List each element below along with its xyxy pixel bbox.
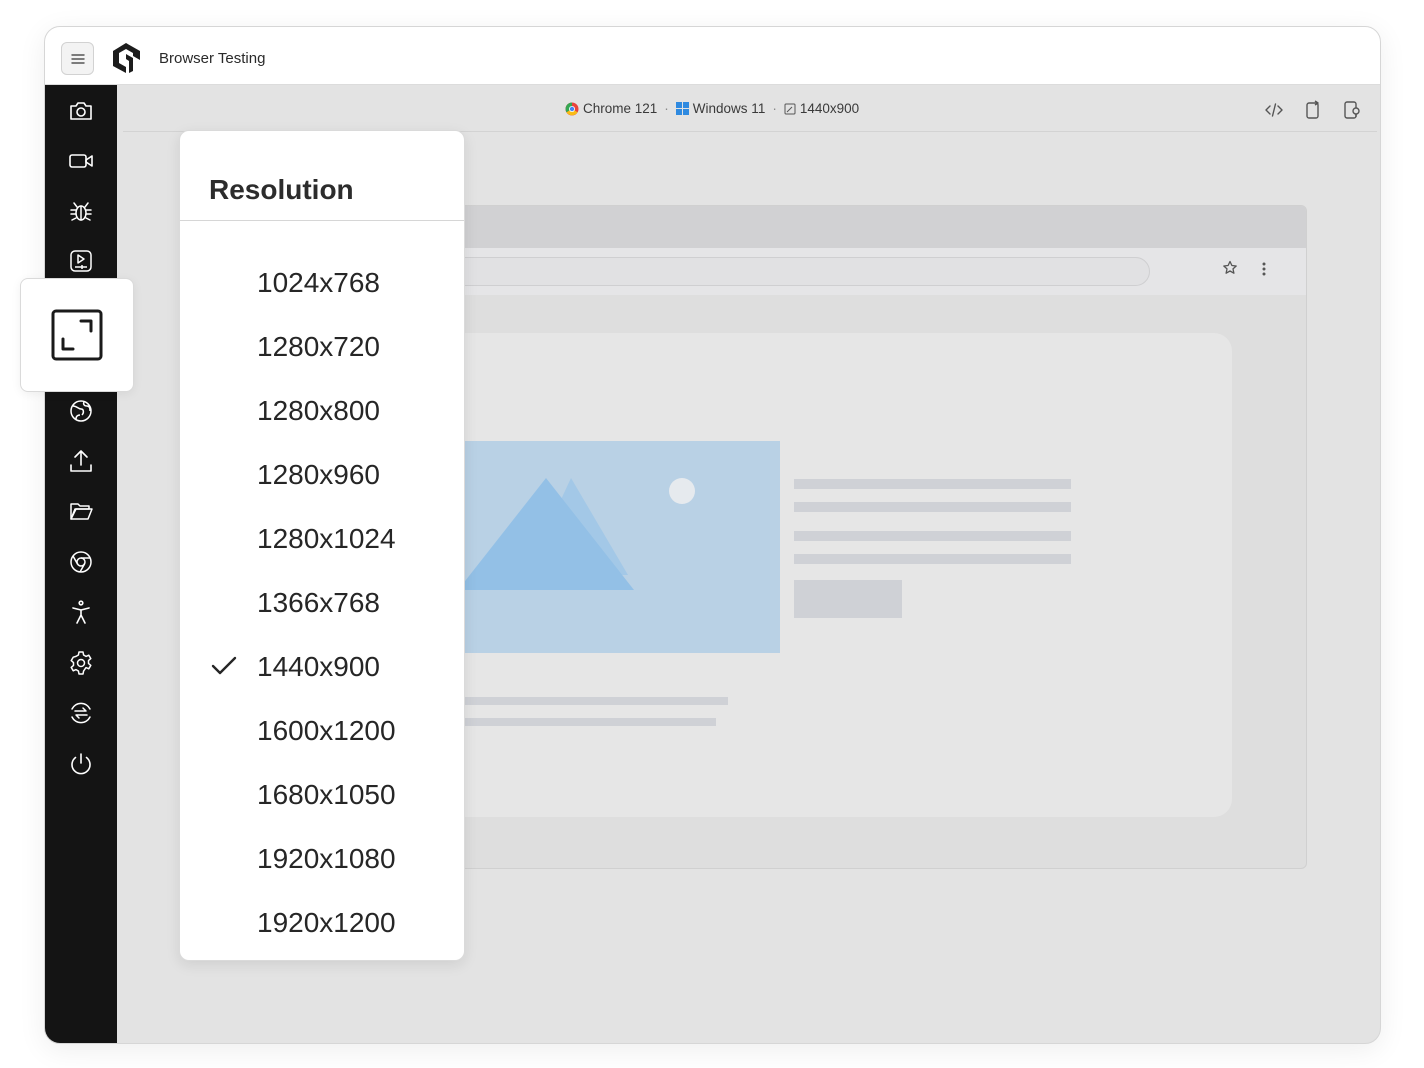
resolution-option-label: 1366x768 bbox=[257, 587, 381, 618]
resize-button[interactable] bbox=[20, 278, 134, 392]
address-bar[interactable] bbox=[358, 257, 1150, 286]
page-content-card bbox=[386, 333, 1232, 817]
resolution-option-label: 1280x1024 bbox=[257, 523, 396, 554]
bookmark-star-icon[interactable] bbox=[1222, 260, 1238, 276]
mountain-illustration bbox=[458, 478, 695, 590]
environment-info: Chrome 121 · Windows 11 · 1440x900 bbox=[565, 101, 859, 116]
windows-logo-icon bbox=[675, 102, 689, 115]
chrome-logo-icon bbox=[565, 102, 579, 115]
switch-icon[interactable] bbox=[67, 699, 95, 727]
sidebar bbox=[45, 85, 117, 1043]
bug-icon[interactable] bbox=[67, 197, 95, 225]
resolution-option[interactable]: 1280x960 bbox=[180, 446, 464, 506]
text-line bbox=[794, 479, 1071, 489]
device-settings-icon[interactable] bbox=[1342, 100, 1362, 120]
resolution-option-label: 1280x960 bbox=[257, 459, 381, 490]
placeholder-button bbox=[794, 580, 902, 618]
resolution-option[interactable]: 1280x800 bbox=[180, 382, 464, 442]
logo-icon bbox=[113, 43, 140, 73]
browser-menu-icon[interactable] bbox=[1262, 262, 1266, 276]
resolution-option[interactable]: 1600x1200 bbox=[180, 702, 464, 762]
settings-icon[interactable] bbox=[67, 649, 95, 677]
text-line bbox=[446, 697, 728, 705]
resolution-option-label: 1920x1080 bbox=[257, 843, 396, 874]
upload-icon[interactable] bbox=[67, 447, 95, 475]
chrome-icon[interactable] bbox=[67, 548, 95, 576]
resolution-option[interactable]: 1440x900 bbox=[180, 638, 464, 698]
power-icon[interactable] bbox=[67, 750, 95, 778]
resolution-option[interactable]: 1280x1024 bbox=[180, 510, 464, 570]
browser-preview bbox=[345, 205, 1307, 869]
app-title: Browser Testing bbox=[159, 50, 266, 67]
top-bar: Browser Testing bbox=[45, 27, 1380, 85]
device-rotate-icon[interactable] bbox=[1303, 100, 1323, 120]
text-line bbox=[446, 718, 716, 726]
resolution-option[interactable]: 1280x720 bbox=[180, 318, 464, 378]
browser-address-row bbox=[346, 248, 1306, 295]
folder-icon[interactable] bbox=[67, 497, 95, 525]
text-line bbox=[794, 531, 1071, 541]
divider bbox=[180, 220, 464, 221]
resolution-option[interactable]: 1366x768 bbox=[180, 574, 464, 634]
resolution-option-label: 1440x900 bbox=[257, 651, 381, 682]
screenshot-icon[interactable] bbox=[67, 97, 95, 125]
play-recording-icon[interactable] bbox=[67, 247, 95, 275]
resolution-option[interactable]: 1024x768 bbox=[180, 254, 464, 314]
current-resolution: 1440x900 bbox=[799, 101, 860, 116]
resolution-option-label: 1920x1200 bbox=[257, 907, 396, 938]
hamburger-icon bbox=[70, 53, 85, 64]
resolution-option-label: 1600x1200 bbox=[257, 715, 396, 746]
code-icon[interactable] bbox=[1264, 100, 1284, 120]
resolution-option[interactable]: 1680x1050 bbox=[180, 766, 464, 826]
resolution-menu-title: Resolution bbox=[209, 174, 354, 205]
checkmark-icon bbox=[211, 656, 237, 675]
resolution-option[interactable]: 1920x1200 bbox=[180, 894, 464, 954]
resolution-option-label: 1024x768 bbox=[257, 267, 381, 298]
text-line bbox=[794, 554, 1071, 564]
resolution-option-label: 1680x1050 bbox=[257, 779, 396, 810]
resolution-option[interactable]: 1920x1080 bbox=[180, 830, 464, 890]
video-icon[interactable] bbox=[67, 147, 95, 175]
placeholder-image bbox=[446, 441, 780, 653]
resize-icon bbox=[51, 309, 103, 361]
resolution-icon bbox=[784, 103, 796, 114]
browser-version: Chrome 121 bbox=[583, 101, 658, 116]
globe-icon[interactable] bbox=[67, 397, 95, 425]
hamburger-menu-button[interactable] bbox=[61, 42, 94, 75]
resolution-option-label: 1280x800 bbox=[257, 395, 381, 426]
resolution-menu: Resolution 1024x768 1280x720 1280x800 1280x… bbox=[179, 130, 465, 961]
os-version: Windows 11 bbox=[692, 101, 766, 116]
text-line bbox=[794, 502, 1071, 512]
accessibility-icon[interactable] bbox=[67, 598, 95, 626]
session-toolbar: Chrome 121 · Windows 11 · 1440x900 bbox=[123, 85, 1377, 132]
browser-tab-strip bbox=[346, 206, 1306, 248]
resolution-option-label: 1280x720 bbox=[257, 331, 381, 362]
